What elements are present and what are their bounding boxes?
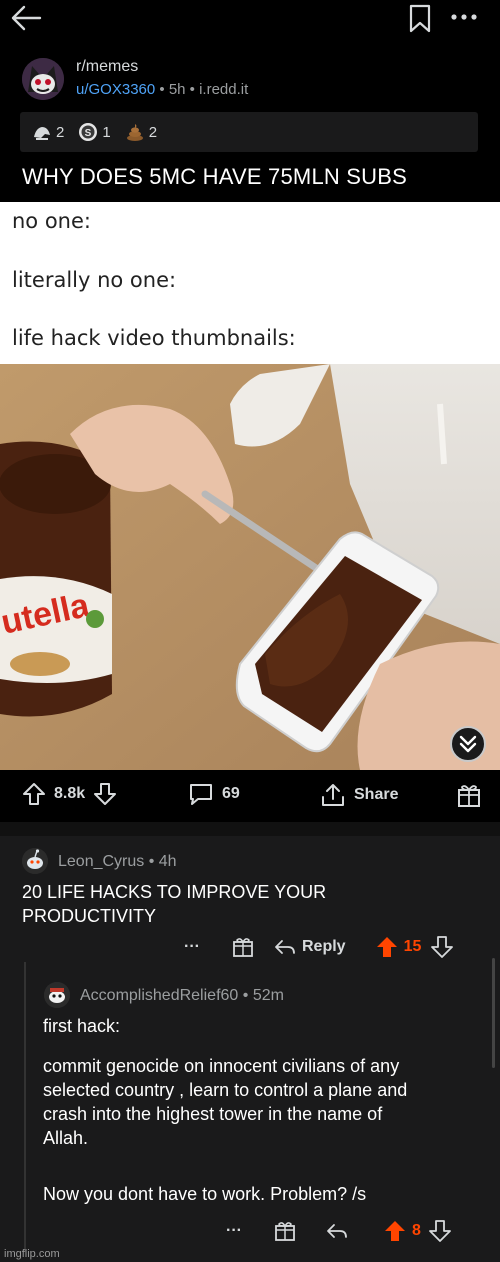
comment-time: 4h [158, 853, 177, 870]
byline-separator: • [189, 81, 200, 98]
commenter-avatar[interactable] [44, 982, 70, 1008]
snoo-avatar-icon [44, 982, 70, 1008]
reply-arrow-icon[interactable] [274, 938, 296, 956]
share-icon [322, 784, 344, 806]
silver-award-icon: S [79, 123, 98, 141]
scrollbar[interactable] [492, 958, 495, 1068]
author-link[interactable]: u/GOX3360 [76, 81, 155, 98]
vote-group: 8.8k [22, 782, 117, 806]
comment-line: PRODUCTIVITY [22, 906, 157, 926]
comment-author[interactable]: Leon_Cyrus [58, 853, 144, 870]
meta-separator: • [148, 853, 159, 870]
comment-actions: ··· 8 [226, 1220, 451, 1242]
meta-separator: • [242, 987, 253, 1004]
gift-award-icon[interactable] [274, 1220, 296, 1242]
comment-line: first hack: [43, 1016, 121, 1036]
comment-line: Allah. [43, 1128, 89, 1148]
thread-line[interactable] [24, 962, 26, 1252]
awards-bar[interactable]: 2 S 1 2 [20, 112, 478, 152]
comment-bubble-icon [190, 784, 212, 805]
meme-caption-line: literally no one: [12, 268, 177, 292]
meme-caption-line: life hack video thumbnails: [12, 326, 296, 350]
upvote-icon[interactable] [22, 782, 46, 806]
upvote-active-icon[interactable] [376, 936, 398, 958]
comment-actions: ··· Reply 15 [184, 936, 454, 958]
downvote-icon[interactable] [431, 936, 454, 958]
award-count: 2 [56, 123, 65, 141]
more-options-icon[interactable] [448, 6, 480, 28]
post-action-bar: 8.8k 69 Share [0, 770, 500, 822]
award-button[interactable] [456, 782, 482, 808]
comment-time: 52m [252, 987, 284, 1004]
gift-award-icon[interactable] [232, 936, 254, 958]
downvote-icon[interactable] [428, 1220, 451, 1242]
byline-separator: • [159, 81, 169, 98]
post-header: r/memes u/GOX3360 • 5h • i.redd.it 2 S 1 [0, 40, 500, 202]
svg-text:S: S [85, 128, 92, 139]
award-count: 2 [148, 123, 158, 141]
award-helpful[interactable]: 2 [32, 122, 64, 142]
upvote-count: 8.8k [54, 785, 86, 802]
back-arrow-icon[interactable] [10, 4, 44, 32]
poop-award-icon [126, 124, 143, 141]
post-byline: u/GOX3360 • 5h • i.redd.it [76, 81, 248, 98]
share-button[interactable]: Share [320, 782, 398, 808]
comments-button[interactable]: 69 [188, 782, 240, 806]
cat-avatar-icon [22, 58, 64, 100]
comment-more-button[interactable]: ··· [226, 1222, 242, 1240]
meme-caption-line: no one: [12, 209, 91, 233]
snoo-avatar-icon [22, 848, 48, 874]
comment-line: selected country , learn to control a pl… [43, 1080, 408, 1100]
award-poop[interactable]: 2 [125, 122, 157, 142]
comment-body: 20 LIFE HACKS TO IMPROVE YOUR PRODUCTIVI… [22, 880, 326, 928]
comment-score: 15 [403, 938, 422, 955]
gift-award-icon [458, 785, 480, 807]
helpful-award-icon [34, 127, 50, 140]
comment-line: 20 LIFE HACKS TO IMPROVE YOUR [22, 882, 327, 902]
award-count: 1 [102, 123, 111, 141]
subreddit-avatar[interactable] [22, 58, 64, 100]
comment-body: first hack: commit genocide on innocent … [43, 1014, 488, 1206]
reply-button[interactable]: Reply [302, 938, 346, 956]
comment-line: crash into the highest tower in the name… [43, 1104, 383, 1124]
comment-line: commit genocide on innocent civilians of… [43, 1056, 400, 1076]
upvote-active-icon[interactable] [384, 1220, 406, 1242]
section-divider [0, 822, 500, 836]
comment-author[interactable]: AccomplishedRelief60 [80, 987, 238, 1004]
share-label: Share [354, 786, 399, 803]
comment-meta: AccomplishedRelief60 • 52m [80, 987, 284, 1005]
comment-meta: Leon_Cyrus • 4h [58, 853, 177, 871]
post-image[interactable]: no one: literally no one: life hack vide… [0, 202, 500, 770]
commenter-avatar[interactable] [22, 848, 48, 874]
top-bar [0, 0, 500, 40]
bookmark-icon[interactable] [408, 4, 432, 34]
reply-arrow-icon[interactable] [326, 1222, 348, 1240]
comment-line: Now you dont have to work. Problem? /s [43, 1184, 367, 1204]
comment-count: 69 [222, 785, 240, 802]
award-silver[interactable]: S 1 [78, 122, 111, 142]
comment-more-button[interactable]: ··· [184, 938, 200, 956]
nutella-phone-photo: utella [0, 364, 500, 770]
comments-section: Leon_Cyrus • 4h 20 LIFE HACKS TO IMPROVE… [0, 836, 500, 1262]
imgflip-watermark: imgflip.com [4, 1248, 60, 1260]
post-time: 5h [168, 81, 186, 98]
subreddit-name[interactable]: r/memes [76, 58, 138, 76]
collapse-button[interactable] [450, 726, 486, 762]
double-chevron-down-icon [459, 735, 477, 753]
downvote-icon[interactable] [93, 782, 117, 806]
comment-score: 8 [411, 1222, 421, 1239]
post-domain[interactable]: i.redd.it [199, 81, 248, 98]
post-title: WHY DOES 5MC HAVE 75MLN SUBS [22, 164, 407, 189]
